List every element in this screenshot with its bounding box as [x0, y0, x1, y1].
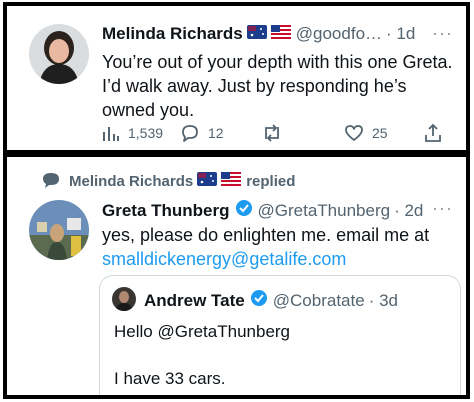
tweet-text-line: You’re out of your depth with this one G… — [102, 52, 453, 72]
verified-badge-icon — [250, 289, 268, 312]
quoted-text-line: Hello @GretaThunberg — [114, 322, 291, 341]
reply-tweet[interactable]: Melinda Richards replied Greta Thunberg … — [3, 153, 470, 399]
australia-flag-icon — [246, 24, 267, 44]
timestamp[interactable]: · 2d — [394, 201, 423, 221]
reply-icon — [182, 125, 198, 142]
avatar[interactable] — [29, 24, 89, 84]
heart-icon — [345, 125, 363, 141]
views-count: 1,539 — [128, 125, 164, 141]
like-button[interactable]: 25 — [344, 124, 388, 142]
tweet-text-line: owned you. — [102, 100, 195, 120]
views-icon — [103, 127, 119, 141]
share-button[interactable] — [424, 123, 450, 143]
more-options-icon[interactable]: ··· — [432, 23, 453, 44]
retweet-icon — [265, 124, 279, 142]
more-options-icon[interactable]: ··· — [432, 198, 453, 219]
like-count: 25 — [372, 125, 388, 141]
share-icon — [425, 123, 441, 142]
verified-badge-icon — [235, 199, 253, 222]
quoted-tweet[interactable]: Andrew Tate @Cobratate · 3d Hello @Greta… — [99, 275, 461, 395]
reply-context-name[interactable]: Melinda Richards — [69, 173, 193, 190]
quoted-author-name: Andrew Tate — [144, 290, 245, 310]
quoted-author-handle: @Cobratate — [272, 290, 365, 310]
email-link[interactable]: smalldickenergy@getalife.com — [102, 247, 429, 271]
reply-context-action: replied — [246, 172, 296, 190]
reply-bubble-icon — [41, 171, 61, 193]
author-name[interactable]: Melinda Richards — [102, 24, 243, 44]
reply-count: 12 — [208, 125, 224, 141]
author-name[interactable]: Greta Thunberg — [102, 201, 230, 221]
top-tweet[interactable]: Melinda Richards @goodfo… · 1d ··· You’r… — [3, 2, 470, 154]
australia-flag-icon — [197, 172, 218, 190]
timestamp[interactable]: · 1d — [386, 24, 415, 44]
retweet-button[interactable] — [261, 123, 291, 143]
quoted-timestamp: · 3d — [368, 290, 398, 310]
quoted-text-line: I have 33 cars. — [114, 369, 226, 388]
views-button[interactable]: 1,539 — [102, 124, 163, 142]
avatar — [112, 287, 136, 311]
tweet-text-line: I’d walk away. Just by responding he’s — [102, 76, 407, 96]
usa-flag-icon — [221, 172, 242, 190]
reply-button[interactable]: 12 — [180, 123, 224, 143]
reply-context: Melinda Richards replied — [43, 172, 296, 190]
avatar[interactable] — [29, 200, 89, 260]
author-handle[interactable]: @goodfo… — [296, 24, 382, 44]
author-handle[interactable]: @GretaThunberg — [258, 201, 391, 221]
usa-flag-icon — [270, 24, 291, 44]
tweet-text-line: yes, please do enlighten me. email me at — [102, 225, 430, 245]
